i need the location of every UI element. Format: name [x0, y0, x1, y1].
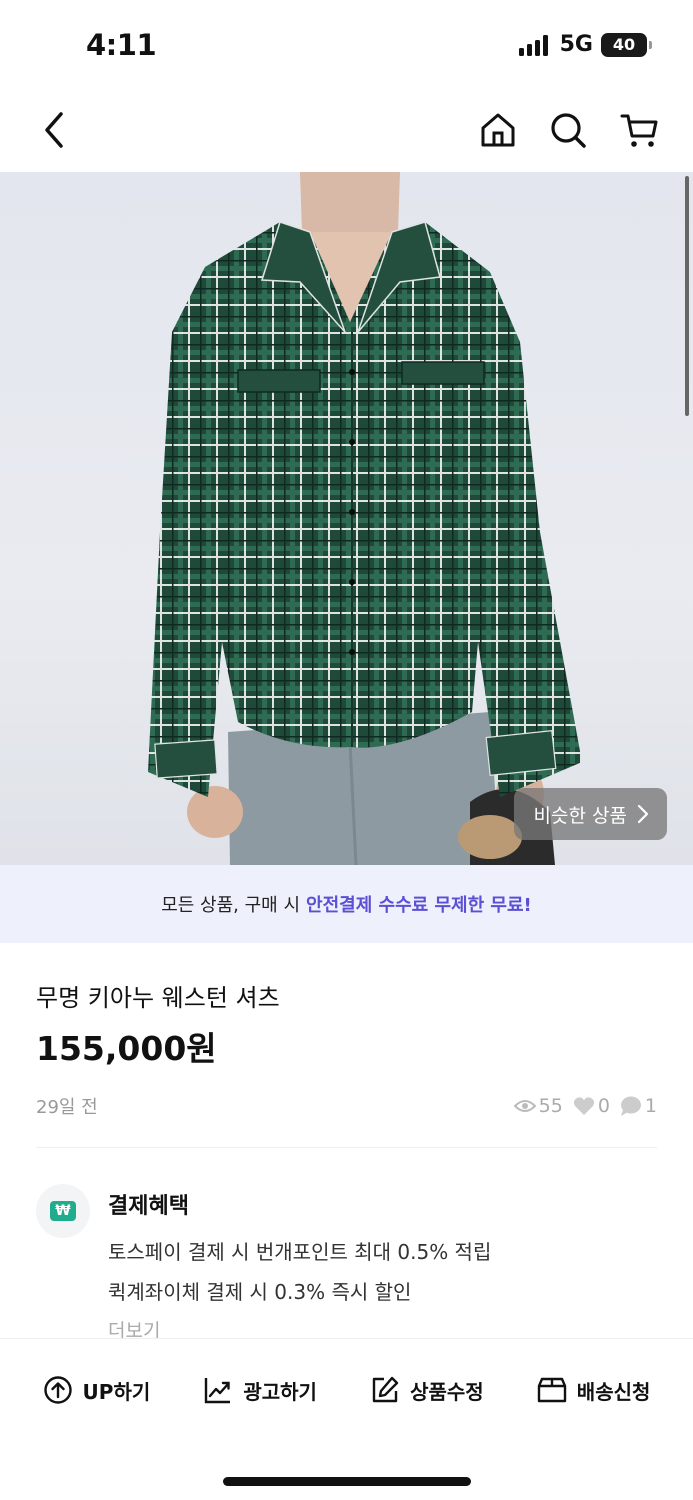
- cart-icon: [620, 114, 658, 147]
- posted-time: 29일 전: [36, 1097, 98, 1118]
- status-bar: 4:11 5G 40: [0, 0, 693, 92]
- search-button[interactable]: [546, 108, 590, 152]
- benefit-title: 결제혜택: [108, 1194, 189, 1219]
- edit-product-label: 상품수정: [410, 1379, 484, 1404]
- action-list: UP하기 광고하기 상품수정 배송신청: [0, 1375, 693, 1405]
- shipping-request-label: 배송신청: [576, 1379, 651, 1404]
- product-title: 무명 키아누 웨스턴 셔츠: [36, 984, 280, 1012]
- bottom-action-bar: UP하기 광고하기 상품수정 배송신청: [0, 1338, 693, 1500]
- home-icon: [481, 113, 515, 147]
- edit-icon: [372, 1376, 399, 1403]
- advertise-button-label: 광고하기: [243, 1379, 317, 1404]
- product-price: 155,000원: [36, 1029, 217, 1068]
- edit-product-button[interactable]: 상품수정: [370, 1375, 484, 1405]
- home-indicator[interactable]: [223, 1477, 471, 1486]
- payment-benefit-icon: ₩: [36, 1184, 90, 1238]
- product-meta: 29일 전 55 0 1: [36, 1092, 657, 1120]
- up-button[interactable]: UP하기: [43, 1375, 151, 1405]
- product-stats: 55 0 1: [513, 1095, 657, 1117]
- promo-highlight: 안전결제 수수료 무제한 무료!: [306, 895, 532, 916]
- views-stat: 55: [513, 1095, 563, 1117]
- battery-icon: 40: [601, 32, 652, 57]
- product-image[interactable]: 비슷한 상품: [0, 172, 693, 865]
- up-button-label: UP하기: [82, 1379, 151, 1404]
- network-type: 5G: [559, 32, 593, 57]
- top-nav-bar: [0, 92, 693, 172]
- likes-count: 0: [597, 1095, 610, 1117]
- box-icon: [537, 1377, 566, 1403]
- section-divider: [36, 1147, 657, 1148]
- home-button[interactable]: [476, 108, 520, 152]
- cart-button[interactable]: [618, 108, 662, 152]
- similar-products-label: 비슷한 상품: [533, 804, 627, 827]
- status-indicators: 5G 40: [518, 32, 652, 57]
- status-time: 4:11: [86, 28, 157, 62]
- views-count: 55: [538, 1095, 563, 1117]
- chevron-right-icon: [637, 804, 649, 824]
- advertise-button[interactable]: 광고하기: [203, 1375, 317, 1405]
- chats-stat: 1: [620, 1095, 657, 1117]
- trend-chart-icon: [205, 1378, 231, 1404]
- product-photo: [148, 172, 582, 865]
- arrow-up-circle-icon: [43, 1376, 72, 1404]
- chevron-left-icon: [45, 112, 63, 148]
- eye-icon: [513, 1100, 536, 1112]
- likes-stat: 0: [573, 1095, 610, 1117]
- chat-bubble-icon: [620, 1096, 641, 1116]
- image-scrollbar[interactable]: [685, 176, 689, 416]
- won-icon: ₩: [50, 1201, 76, 1221]
- promo-text: 모든 상품, 구매 시: [161, 895, 301, 916]
- battery-level: 40: [612, 35, 636, 54]
- signal-icon: [518, 34, 548, 56]
- benefit-line: 퀵계좌이체 결제 시 0.3% 즉시 할인: [108, 1280, 412, 1304]
- benefit-line: 토스페이 결제 시 번개포인트 최대 0.5% 적립: [108, 1240, 492, 1264]
- shipping-request-button[interactable]: 배송신청: [537, 1375, 651, 1405]
- heart-icon: [573, 1097, 594, 1115]
- back-button[interactable]: [32, 108, 76, 152]
- search-icon: [551, 113, 586, 148]
- chats-count: 1: [644, 1095, 657, 1117]
- promo-banner[interactable]: 모든 상품, 구매 시 안전결제 수수료 무제한 무료!: [0, 865, 693, 943]
- similar-products-button[interactable]: 비슷한 상품: [513, 788, 667, 840]
